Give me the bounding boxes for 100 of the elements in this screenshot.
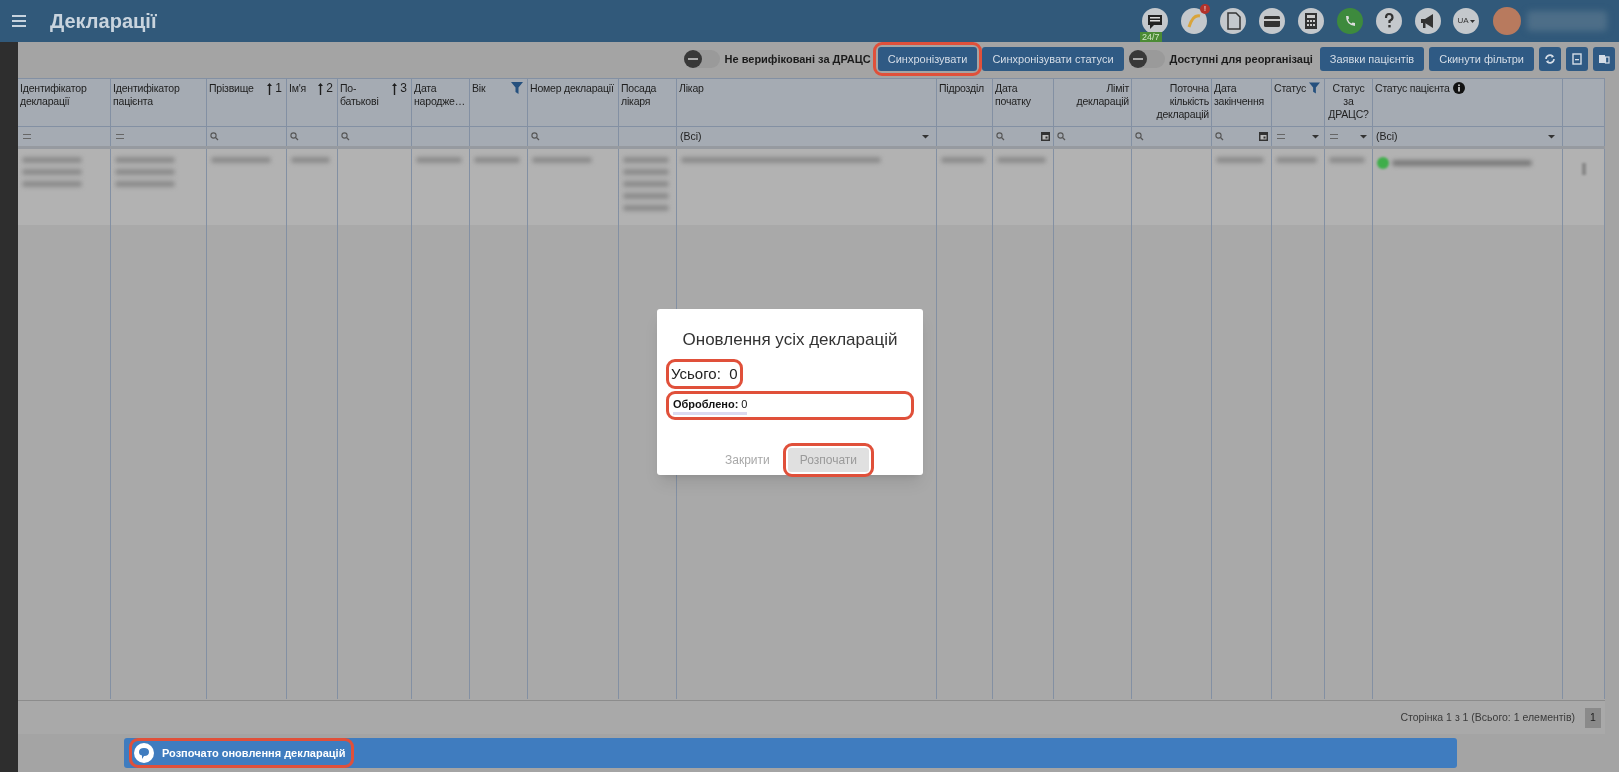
column-header[interactable]: Дата закінчення [1214,82,1269,108]
search-icon [531,132,540,141]
avatar-icon [1493,7,1521,35]
redacted-text [416,157,462,163]
page-button[interactable]: 1 [1585,707,1601,728]
column-header[interactable]: Поточна кількість декларацій [1134,82,1209,121]
caret-icon [1312,134,1319,139]
toolbar-button[interactable]: Синхронізувати статуси [982,47,1124,71]
redacted-text [22,157,82,163]
filter-field[interactable] [287,127,338,146]
filter-dropdown[interactable]: (Всі) [1373,127,1563,146]
page-title: Декларації [50,9,157,34]
column-header[interactable]: Дата початку [995,82,1051,108]
redacted-text [1216,157,1264,163]
sort-index: 1 [275,82,282,95]
refresh-icon [1544,53,1556,65]
caret-icon [922,134,929,139]
search-icon [290,132,299,141]
search-icon [1057,132,1066,141]
toolbar-button[interactable] [1415,8,1441,34]
filter-field[interactable] [338,127,412,146]
filter-dropdown[interactable]: (Всі) [677,127,937,146]
redacted-text [22,169,82,175]
toolbar-button[interactable]: Скинути фільтри [1429,47,1534,71]
icon-button[interactable] [1539,47,1561,71]
toolbar-button[interactable] [1142,8,1168,34]
equals-icon [116,134,124,139]
redacted-text [623,157,669,163]
redacted-text [532,157,592,163]
notification-message: Розпочато оновлення декларацій [162,745,347,761]
icon-button[interactable] [1566,47,1588,71]
dialog-title: Оновлення усіх декларацій [681,329,899,351]
redacted-text [623,181,669,187]
filter-field[interactable] [1054,127,1132,146]
redacted-text [941,157,985,163]
chat-bubble-icon [134,743,154,763]
column-header[interactable]: Статус [1274,82,1306,95]
column-header[interactable]: Лікар [679,82,704,95]
search-icon [341,132,350,141]
hours-badge: 24/7 [1140,32,1162,42]
toolbar-button[interactable] [1259,8,1285,34]
equals-icon [1330,134,1338,139]
language-button[interactable]: UA [1453,8,1479,34]
column-header[interactable]: Ідентифікатор пацієнта [113,82,204,108]
redacted-text [623,169,669,175]
toggle-switch[interactable] [683,50,720,68]
redacted-text [22,181,82,187]
redacted-text [115,169,175,175]
toolbar-button[interactable] [1298,8,1324,34]
equals-icon [1277,134,1285,139]
column-header[interactable]: Номер декларації [530,82,614,95]
redacted-text [211,157,271,163]
filter-field[interactable] [1212,127,1272,146]
calendar-icon [1041,132,1050,141]
search-icon [210,132,219,141]
search-icon [1135,132,1144,141]
column-header[interactable]: Посада лікаря [621,82,674,108]
column-header[interactable]: Ліміт декларацій [1056,82,1129,108]
column-header[interactable]: Ім'я [289,82,316,95]
filter-field[interactable] [993,127,1054,146]
toggle-switch[interactable] [1128,50,1165,68]
filter-field[interactable] [1132,127,1212,146]
redacted-text [1329,157,1365,163]
column-header[interactable]: По-батькові [340,82,390,108]
filter-field[interactable] [528,127,619,146]
calendar-icon [1259,132,1268,141]
column-header[interactable]: Статус пацієнта [1375,82,1450,95]
toolbar-button[interactable] [1376,8,1402,34]
sort-index: 3 [400,82,407,95]
column-header[interactable]: Вік [472,82,508,95]
redacted-text [623,205,669,211]
column-header[interactable]: Дата народже… [414,82,467,108]
toolbar-button[interactable]: Синхронізувати [877,47,978,71]
equals-icon [23,134,31,139]
toggle-label: Доступні для реорганізаці [1169,51,1313,67]
toolbar-button[interactable] [1337,8,1363,34]
sort-arrow-icon [392,83,398,95]
redacted-text [623,193,669,199]
toolbar-button[interactable]: Заявки пацієнтів [1319,47,1425,71]
column-header[interactable]: Прізвище [209,82,265,95]
pager-summary: Сторінка 1 з 1 (Всього: 1 елементів) [1400,709,1575,725]
caret-icon [1548,134,1555,139]
redacted-text [997,157,1046,163]
toggle-label: Не верифіковані за ДРАЦС [724,51,871,67]
column-header[interactable]: Ідентифікатор декларації [20,82,108,108]
search-icon [996,132,1005,141]
sort-index: 2 [326,82,333,95]
menu-icon [12,15,26,27]
caret-icon [1360,134,1367,139]
columns-icon [1598,53,1610,65]
redacted-text [291,157,330,163]
redacted-text [1276,157,1317,163]
redacted-text [115,157,175,163]
document-icon [1571,53,1583,65]
column-header[interactable]: Статус за ДРАЦС? [1327,82,1370,121]
sort-arrow-icon [267,83,273,95]
icon-button[interactable] [1593,47,1615,71]
filter-field[interactable] [207,127,287,146]
redacted-text [474,157,520,163]
column-header[interactable]: Підрозділ [939,82,984,95]
